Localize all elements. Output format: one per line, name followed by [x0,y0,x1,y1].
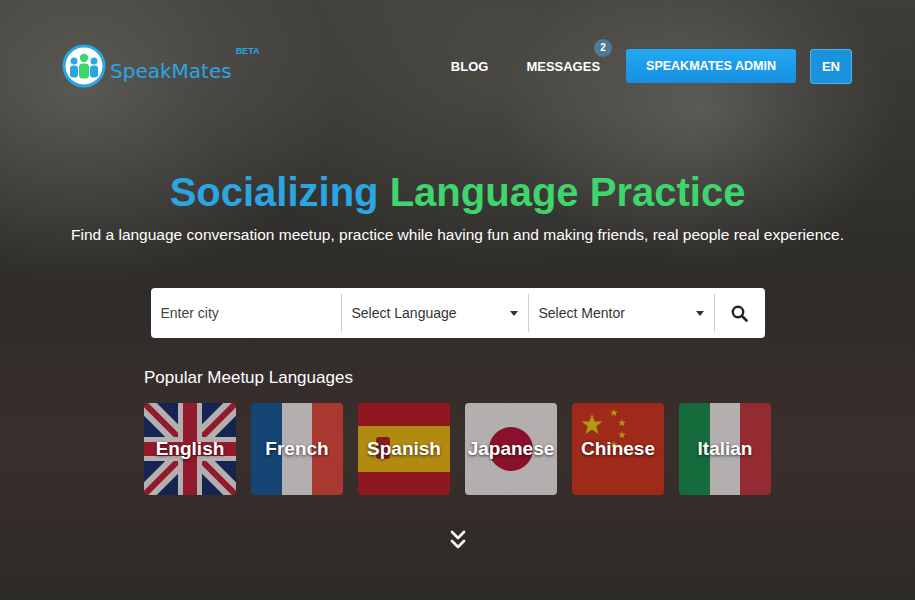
logo-name: SpeakMates [110,59,232,83]
language-label: Japanese [468,438,555,460]
language-label: Italian [698,438,753,460]
magnifier-icon [731,305,748,322]
language-label: English [156,438,225,460]
popular-languages: Popular Meetup Languages English French … [144,368,771,495]
scroll-down-button[interactable] [449,529,467,551]
people-logo-icon [62,44,106,88]
hero: Socializing Language Practice Find a lan… [0,88,915,551]
caret-down-icon [696,311,704,316]
language-button[interactable]: EN [810,49,852,84]
language-label: Chinese [581,438,655,460]
language-label: Spanish [367,438,441,460]
hero-subtitle: Find a language conversation meetup, pra… [63,226,852,244]
city-input[interactable] [151,294,342,332]
caret-down-icon [510,311,518,316]
mentor-select[interactable]: Select Mentor [529,294,715,332]
beta-badge: BETA [236,46,260,56]
nav-link[interactable]: BLOG [439,59,501,74]
search-button[interactable] [715,294,765,332]
logo[interactable]: SpeakMates BETA [62,44,259,88]
language-card[interactable]: Spanish [358,403,450,495]
language-card[interactable]: French [251,403,343,495]
language-select[interactable]: Select Language [342,294,529,332]
language-cards: English French Spanish Japanese Chinese … [144,403,771,495]
search-bar: Select Language Select Mentor [151,288,765,338]
nav-link[interactable]: MESSAGES 2 [514,59,612,74]
landing-page: SpeakMates BETA BLOG MESSAGES 2 SPEAKMATE… [0,0,915,600]
double-chevron-down-icon [449,529,467,551]
main-nav: BLOG MESSAGES 2 SPEAKMATES ADMIN EN [439,49,852,84]
language-card[interactable]: Japanese [465,403,557,495]
admin-button[interactable]: SPEAKMATES ADMIN [626,49,796,83]
language-card[interactable]: Chinese [572,403,664,495]
popular-title: Popular Meetup Languages [144,368,771,388]
title-part: Language Practice [390,170,746,214]
language-card[interactable]: Italian [679,403,771,495]
hero-title: Socializing Language Practice [170,168,746,216]
language-card[interactable]: English [144,403,236,495]
language-label: French [265,438,328,460]
message-count-badge: 2 [594,39,612,57]
header: SpeakMates BETA BLOG MESSAGES 2 SPEAKMATE… [0,0,915,88]
title-part: Socializing [170,170,379,214]
